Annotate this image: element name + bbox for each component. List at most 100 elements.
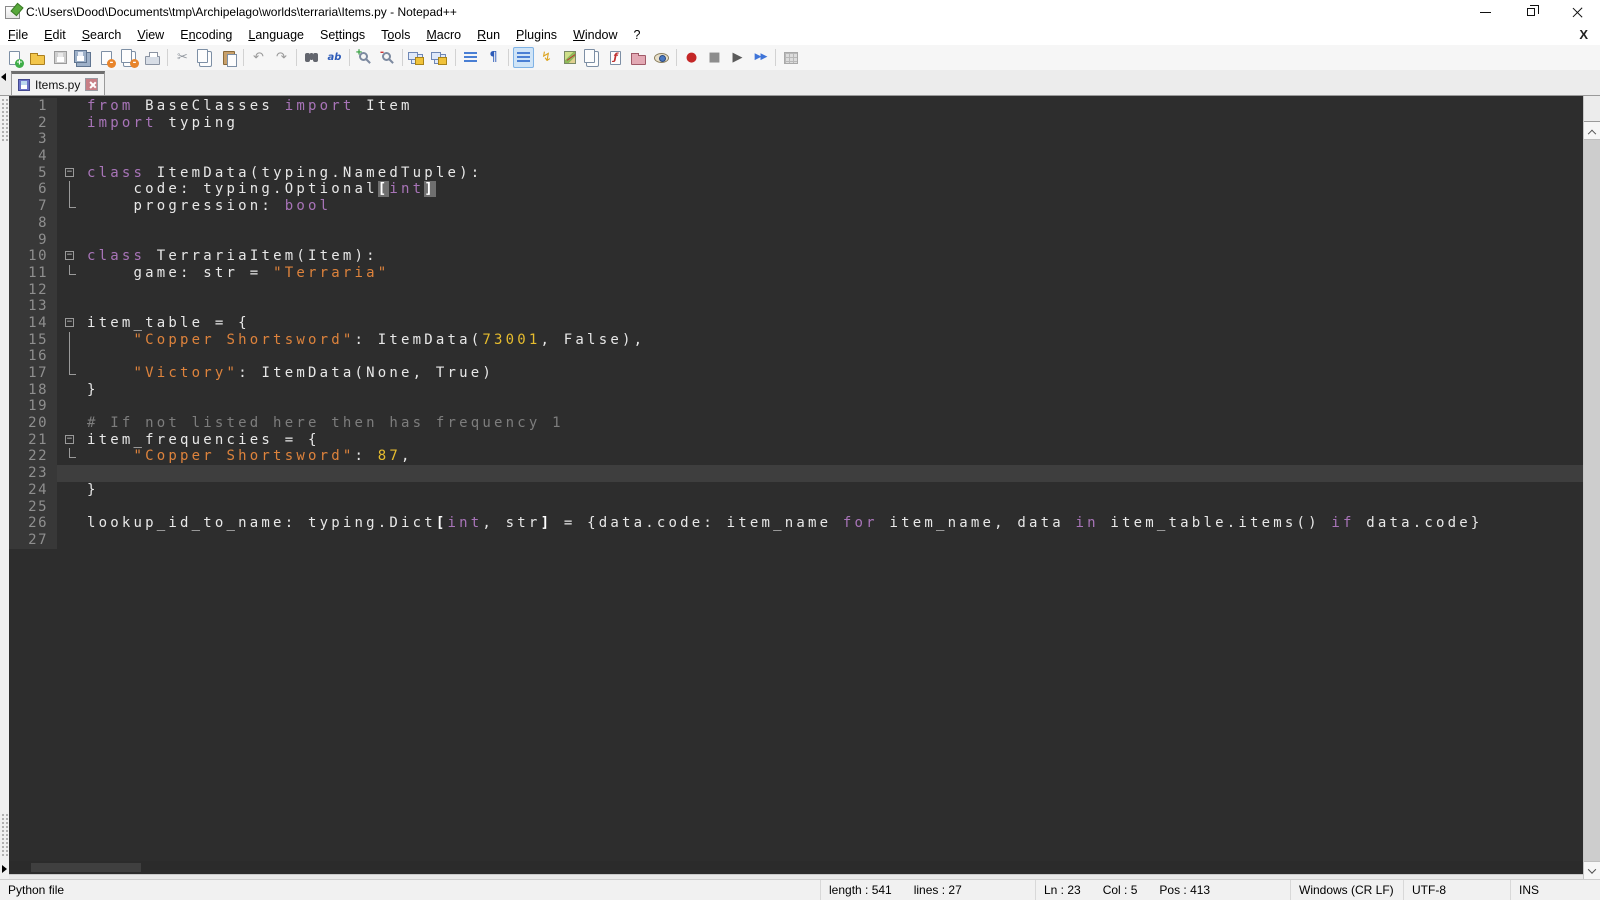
status-length: length : 541 (829, 883, 892, 897)
minimize-button[interactable] (1462, 0, 1508, 24)
open-file-icon[interactable] (27, 47, 48, 68)
menu-item-tools[interactable]: Tools (373, 26, 418, 44)
vertical-scrollbar[interactable] (1583, 96, 1600, 879)
redo-icon[interactable]: ↷ (271, 47, 292, 68)
vertical-scrollbar-thumb[interactable] (1584, 139, 1600, 862)
menubar-close-icon[interactable]: X (1579, 27, 1588, 42)
undo-icon[interactable]: ↶ (248, 47, 269, 68)
show-all-characters-icon[interactable]: ¶ (483, 47, 504, 68)
print-icon[interactable] (142, 47, 163, 68)
macro-stop-icon[interactable]: ■ (704, 47, 725, 68)
code-text (83, 232, 1583, 249)
save-all-icon[interactable] (73, 47, 94, 68)
line-number: 22 (9, 448, 57, 465)
menu-item-file[interactable]: File (0, 26, 36, 44)
document-list-icon[interactable] (582, 47, 603, 68)
code-line: 11 game: str = "Terraria" (9, 265, 1583, 282)
code-text: # If not listed here then has frequency … (83, 415, 1583, 432)
macro-save-icon[interactable] (780, 47, 801, 68)
folder-as-workspace-icon[interactable] (628, 47, 649, 68)
menu-item-plugins[interactable]: Plugins (508, 26, 565, 44)
macro-run-multiple-icon[interactable]: ▶▶ (750, 47, 771, 68)
status-insert-mode[interactable]: INS (1510, 880, 1600, 900)
code-editor[interactable]: 1from BaseClasses import Item2import typ… (9, 96, 1583, 861)
sync-vertical-scroll-icon[interactable] (407, 47, 428, 68)
line-number: 21 (9, 432, 57, 449)
dock-splitter[interactable] (0, 96, 9, 879)
menu-item-help[interactable]: ? (626, 26, 649, 44)
fold-margin: − (57, 248, 83, 265)
code-line: 27 (9, 532, 1583, 549)
status-ln: Ln : 23 (1044, 883, 1081, 897)
fold-margin (57, 131, 83, 148)
window-title: C:\Users\Dood\Documents\tmp\Archipelago\… (26, 5, 457, 19)
scroll-down-button[interactable] (1584, 862, 1600, 879)
status-eol-format[interactable]: Windows (CR LF) (1290, 880, 1403, 900)
close-file-icon[interactable]: - (96, 47, 117, 68)
monitoring-eye-icon[interactable] (651, 47, 672, 68)
status-lines: lines : 27 (914, 883, 962, 897)
menu-item-window[interactable]: Window (565, 26, 625, 44)
fold-margin (57, 215, 83, 232)
fold-collapse-icon[interactable]: − (65, 251, 74, 260)
lightning-window-icon[interactable]: ↯ (536, 47, 557, 68)
menu-item-settings[interactable]: Settings (312, 26, 373, 44)
dock-arrow-left-icon[interactable] (1, 73, 6, 81)
scroll-up-button[interactable] (1584, 122, 1600, 139)
notepad-plus-plus-icon (5, 6, 20, 19)
fold-margin (57, 115, 83, 132)
menu-item-view[interactable]: View (129, 26, 172, 44)
sync-horizontal-scroll-icon[interactable] (430, 47, 451, 68)
zoom-out-icon[interactable]: - (377, 47, 398, 68)
fold-margin (57, 348, 83, 365)
line-number: 9 (9, 232, 57, 249)
code-line: 22 "Copper Shortsword": 87, (9, 448, 1583, 465)
zoom-in-icon[interactable]: + (354, 47, 375, 68)
code-line: 6 code: typing.Optional[int] (9, 181, 1583, 198)
tab-items-py[interactable]: Items.py (11, 71, 105, 95)
replace-icon[interactable]: ab (324, 47, 345, 68)
code-text: progression: bool (83, 198, 1583, 215)
menu-item-macro[interactable]: Macro (418, 26, 469, 44)
menu-item-run[interactable]: Run (469, 26, 508, 44)
fold-collapse-icon[interactable]: − (65, 318, 74, 327)
line-number: 25 (9, 499, 57, 516)
show-indent-guide-icon[interactable] (513, 47, 534, 68)
cut-icon[interactable]: ✂ (172, 47, 193, 68)
fold-margin: − (57, 315, 83, 332)
code-text (83, 499, 1583, 516)
horizontal-scrollbar-thumb[interactable] (31, 863, 141, 872)
macro-record-icon[interactable]: ● (681, 47, 702, 68)
close-all-icon[interactable]: - (119, 47, 140, 68)
fold-collapse-icon[interactable]: − (65, 168, 74, 177)
scrollbar-spacer (1584, 96, 1600, 122)
paste-icon[interactable] (218, 47, 239, 68)
close-button[interactable] (1554, 0, 1600, 24)
word-wrap-icon[interactable] (460, 47, 481, 68)
function-list-icon[interactable]: ƒ (605, 47, 626, 68)
find-icon[interactable] (301, 47, 322, 68)
fold-margin (57, 515, 83, 532)
code-text (83, 532, 1583, 549)
menu-item-search[interactable]: Search (74, 26, 130, 44)
menu-item-encoding[interactable]: Encoding (172, 26, 240, 44)
code-line: 21−item_frequencies = { (9, 432, 1583, 449)
chevron-down-icon (1588, 865, 1596, 873)
macro-play-icon[interactable]: ▶ (727, 47, 748, 68)
status-encoding[interactable]: UTF-8 (1403, 880, 1510, 900)
fold-margin (57, 365, 83, 382)
copy-icon[interactable] (195, 47, 216, 68)
menu-item-edit[interactable]: Edit (36, 26, 74, 44)
save-icon[interactable] (50, 47, 71, 68)
fold-margin (57, 499, 83, 516)
horizontal-scrollbar[interactable] (9, 861, 1583, 874)
fold-collapse-icon[interactable]: − (65, 435, 74, 444)
fold-margin (57, 465, 83, 482)
line-number: 24 (9, 482, 57, 499)
menu-item-language[interactable]: Language (240, 26, 312, 44)
dock-arrow-right-icon[interactable] (2, 865, 7, 873)
new-file-icon[interactable]: + (4, 47, 25, 68)
document-map-icon[interactable] (559, 47, 580, 68)
tab-close-icon[interactable] (85, 78, 98, 91)
restore-button[interactable] (1508, 0, 1554, 24)
